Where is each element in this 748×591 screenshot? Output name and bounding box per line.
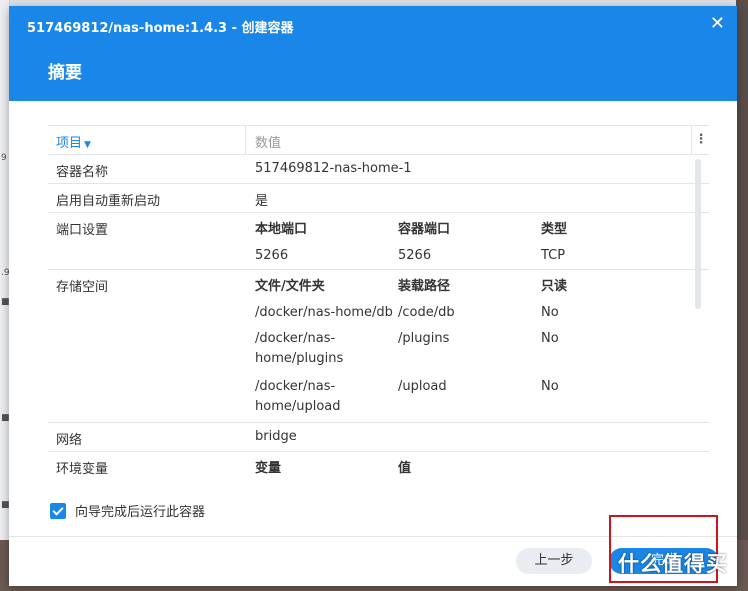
row-value: bridge (255, 429, 297, 444)
sub-cell: No (541, 379, 559, 394)
watermark-text: 什么值得买 (618, 552, 728, 576)
storage-subtable-header: 文件/文件夹 装载路径 只读 (255, 270, 709, 298)
table-row-network: 网络 bridge (48, 423, 709, 452)
ports-subtable-header: 本地端口 容器端口 类型 (255, 213, 709, 241)
sub-cell: No (541, 331, 559, 346)
row-label: 环境变量 (56, 462, 109, 476)
sub-header: 容器端口 (398, 221, 451, 237)
page-title: 摘要 (48, 63, 82, 83)
run-after-option[interactable]: 向导完成后运行此容器 (50, 501, 205, 520)
table-row-env: 环境变量 变量 值 (48, 452, 709, 477)
more-vertical-icon[interactable]: ⋮ (691, 126, 709, 154)
column-item-label: 项目 (56, 136, 83, 151)
sub-cell: /code/db (398, 304, 455, 320)
storage-subtable: 文件/文件夹 装载路径 只读 /docker/nas-home/db /code… (255, 270, 709, 422)
sub-cell: No (541, 304, 559, 320)
sub-cell: 5266 (255, 247, 289, 263)
row-label: 容器名称 (56, 165, 109, 180)
table-scrollbar[interactable] (695, 154, 701, 474)
sub-cell: TCP (541, 247, 566, 263)
row-label: 启用自动重新启动 (56, 194, 161, 209)
background-photo-strip (736, 0, 748, 591)
table-header: 项目 ▼ 数值 ⋮ (48, 126, 709, 155)
storage-subtable-row: /docker/nas-home/plugins /plugins No (255, 326, 709, 374)
ports-subtable-row: 5266 5266 TCP (255, 241, 709, 269)
env-subtable: 变量 值 (255, 452, 709, 476)
column-item-sort[interactable]: 项目 ▼ (56, 132, 91, 151)
sub-cell: /docker/nas-home/db (255, 304, 393, 320)
sub-cell: /upload (398, 379, 447, 394)
create-container-dialog: 517469812/nas-home:1.4.3 - 创建容器 ✕ 摘要 项目 ▼… (9, 6, 737, 586)
previous-button[interactable]: 上一步 (516, 548, 592, 574)
dialog-header: 517469812/nas-home:1.4.3 - 创建容器 ✕ 摘要 (9, 6, 737, 101)
row-label: 存储空间 (56, 280, 109, 295)
run-after-checkbox[interactable] (50, 502, 66, 519)
close-icon[interactable]: ✕ (710, 14, 725, 34)
summary-table: 项目 ▼ 数值 ⋮ 容器名称 517469812-nas-home-1 启用自动重… (48, 125, 709, 476)
sub-header: 值 (398, 460, 412, 476)
window-title: 517469812/nas-home:1.4.3 - 创建容器 (27, 21, 294, 36)
column-value-header: 数值 (245, 126, 692, 154)
run-after-label: 向导完成后运行此容器 (75, 505, 206, 520)
sub-header: 变量 (255, 460, 282, 476)
sub-cell: /docker/nas-home/upload (255, 379, 341, 414)
row-value: 517469812-nas-home-1 (255, 161, 412, 176)
sub-header: 类型 (541, 221, 568, 237)
table-row-ports: 端口设置 本地端口 容器端口 类型 5266 5266 TCP (48, 213, 709, 270)
sub-header: 文件/文件夹 (255, 278, 325, 294)
table-row-container-name: 容器名称 517469812-nas-home-1 (48, 155, 709, 184)
table-row-auto-restart: 启用自动重新启动 是 (48, 184, 709, 213)
sub-header: 只读 (541, 278, 568, 294)
row-value: 是 (255, 194, 269, 209)
env-subtable-header: 变量 值 (255, 452, 709, 476)
sub-cell: /plugins (398, 331, 450, 346)
ports-subtable: 本地端口 容器端口 类型 5266 5266 TCP (255, 213, 709, 269)
sub-cell: 5266 (398, 247, 432, 263)
sub-header: 装载路径 (398, 278, 451, 294)
sub-header: 本地端口 (255, 221, 308, 237)
storage-subtable-row: /docker/nas-home/db /code/db No (255, 298, 709, 326)
table-row-storage: 存储空间 文件/文件夹 装载路径 只读 /docker/nas-home/db … (48, 270, 709, 423)
scrollbar-thumb[interactable] (695, 159, 701, 309)
row-label: 端口设置 (56, 223, 109, 238)
row-label: 网络 (56, 433, 83, 448)
storage-subtable-row: /docker/nas-home/upload /upload No (255, 374, 709, 422)
caret-down-icon: ▼ (84, 140, 91, 150)
column-value-label: 数值 (255, 136, 282, 151)
sub-cell: /docker/nas-home/plugins (255, 331, 344, 366)
